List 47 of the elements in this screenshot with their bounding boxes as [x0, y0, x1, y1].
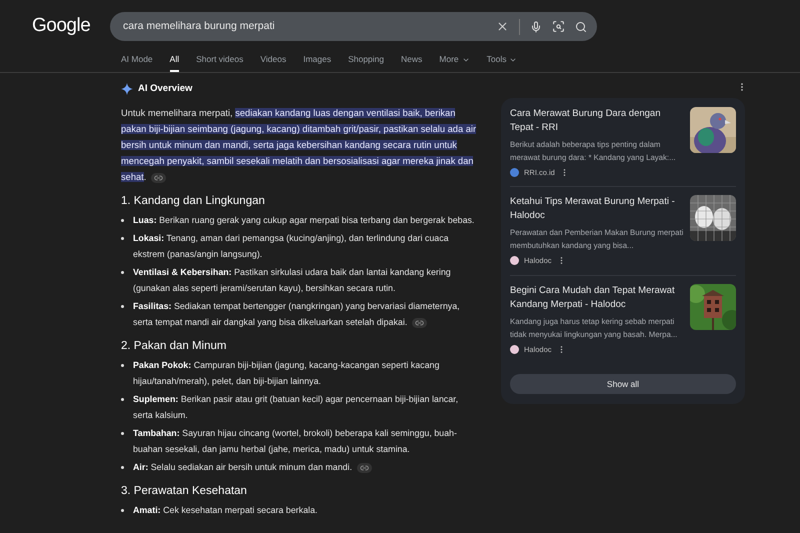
- list-item-text: Tambahan: Sayuran hijau cincang (wortel, brokoli) beberapa kali seminggu, buah-buahan sesekali, dan jamu herbal (jahe, merica, madu) untuk stamina.: [133, 427, 458, 456]
- search-tab[interactable]: Short videos: [196, 53, 244, 72]
- bullet-icon: [121, 432, 124, 435]
- link-icon[interactable]: [357, 462, 372, 473]
- bullet-icon: [121, 305, 124, 308]
- bullet-icon: [121, 237, 124, 240]
- list-item-text: Ventilasi & Kebersihan: Pastikan sirkulasi udara baik dan lantai kandang kering (gunakan alas seperti jerami/serutan kayu), bersihkan secara rutin.: [133, 266, 452, 295]
- bullet-icon: [121, 271, 124, 274]
- source-title[interactable]: Cara Merawat Burung Dara dengan Tepat - RRI: [510, 107, 684, 135]
- search-query: cara memelihara burung merpati: [123, 18, 276, 34]
- camera-search-icon[interactable]: [552, 20, 565, 33]
- bullet-icon: [121, 398, 124, 401]
- search-tab[interactable]: All: [170, 53, 180, 72]
- sparkle-icon: [121, 83, 133, 95]
- list-item-text: Pakan Pokok: Campuran biji-bijian (jagung, kacang-kacangan seperti kacang hijau/tanah/merah), pelet, dan biji-bijian lainnya.: [133, 359, 440, 388]
- search-tab[interactable]: Shopping: [348, 53, 384, 72]
- ai-overview-title: AI Overview: [138, 82, 192, 96]
- search-tab[interactable]: Videos: [260, 53, 286, 72]
- search-tab[interactable]: Images: [303, 53, 332, 72]
- search-tab[interactable]: AI Mode: [121, 53, 153, 72]
- clear-icon[interactable]: [496, 20, 509, 33]
- overview-summary: Untuk memelihara merpati, sediakan kandang luas dengan ventilasi baik, berikan pakan biji-bijian seimbang (jagung, kacang) ditambah grit/pasir, pastikan selalu ada air bersih untuk minum dan mandi, serta jaga kebersihan kandang secara rutin untuk mencegah penyakit, sambil sesekali melatih dan bersosialisasi agar mereka jinak dan sehat.: [121, 107, 478, 185]
- list-item-text: Air: Selalu sediakan air bersih untuk minum dan mandi.: [133, 459, 372, 475]
- search-field[interactable]: cara memelihara burung merpati: [110, 12, 597, 41]
- list-item-text: Suplemen: Berikan pasir atau grit (batuan kecil) agar pencernaan biji-bijian lancar, serta kalsium.: [133, 393, 460, 422]
- bullet-icon: [121, 364, 124, 367]
- search-tab[interactable]: News: [401, 53, 422, 72]
- search-icon[interactable]: [575, 20, 587, 32]
- microphone-icon[interactable]: [530, 20, 542, 32]
- list-item-text: Lokasi: Tenang, aman dari pemangsa (kucing/anjing), dan terlindung dari cuaca ekstrem (panas/angin langsung).: [133, 232, 450, 261]
- bullet-icon: [121, 466, 124, 469]
- section-heading: 3. Perawatan Kesehatan: [121, 484, 248, 499]
- bullet-icon: [121, 509, 124, 512]
- source-title[interactable]: Ketahui Tips Merawat Burung Merpati - Halodoc: [510, 195, 684, 224]
- logo[interactable]: Google: [0, 12, 110, 41]
- section-heading: 2. Pakan dan Minum: [121, 339, 228, 354]
- source-title[interactable]: Begini Cara Mudah dan Tepat Merawat Kandang Merpati - Halodoc: [510, 284, 684, 312]
- list-item-text: Luas: Berikan ruang gerak yang cukup agar merpati bisa terbang dan bergerak bebas.: [133, 214, 474, 227]
- list-item-text: Fasilitas: Sediakan tempat bertengger (nangkringan) yang bervariasi diameternya, serta tempat mandi air dangkal yang bisa dikeluarkan setelah dipakai.: [133, 300, 461, 330]
- link-icon[interactable]: [412, 318, 428, 328]
- search-tab[interactable]: More: [439, 53, 470, 72]
- show-all-button[interactable]: Show all: [510, 374, 736, 394]
- search-tab[interactable]: Tools: [486, 53, 518, 72]
- bullet-icon: [121, 219, 124, 222]
- link-icon[interactable]: [151, 172, 166, 183]
- section-heading: 1. Kandang dan Lingkungan: [121, 194, 266, 209]
- list-item-text: Amati: Cek kesehatan merpati secara berkala.: [133, 504, 318, 517]
